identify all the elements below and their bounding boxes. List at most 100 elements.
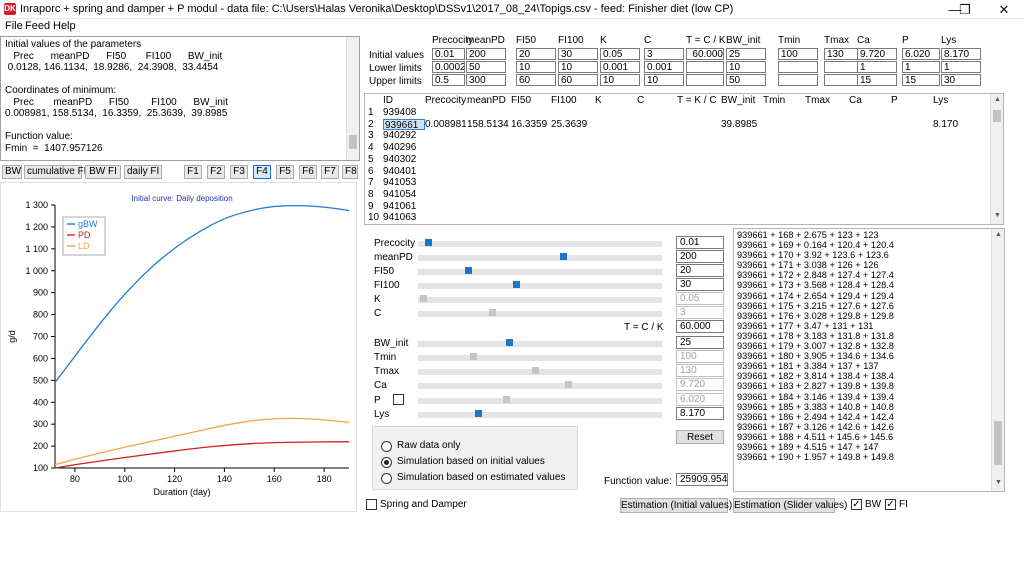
scroll-down-icon[interactable]: ▼ bbox=[994, 212, 1001, 219]
slider-value-field[interactable]: 6.020 bbox=[676, 393, 724, 406]
param-lower-field[interactable]: 1 bbox=[941, 61, 981, 73]
tab-cumulative-fi[interactable]: cumulative FI bbox=[24, 165, 86, 179]
menu-feed[interactable]: Feed bbox=[25, 19, 50, 34]
param-initial-field[interactable]: 30 bbox=[558, 48, 598, 60]
grid-row-id[interactable]: 941061 bbox=[383, 201, 416, 213]
param-upper-field[interactable]: 15 bbox=[857, 74, 897, 86]
slider-thumb[interactable] bbox=[513, 281, 520, 288]
tab-f6[interactable]: F6 bbox=[299, 165, 317, 179]
param-lower-field[interactable]: 0.0002 bbox=[432, 61, 465, 73]
param-initial-field[interactable]: 6.020 bbox=[902, 48, 940, 60]
slider-value-field[interactable]: 20 bbox=[676, 264, 724, 277]
slider-thumb[interactable] bbox=[560, 253, 567, 260]
slider-thumb[interactable] bbox=[506, 339, 513, 346]
param-initial-field[interactable]: 0.01 bbox=[432, 48, 465, 60]
param-upper-field[interactable]: 300 bbox=[466, 74, 506, 86]
param-upper-field[interactable]: 10 bbox=[644, 74, 684, 86]
param-lower-field[interactable]: 0.001 bbox=[644, 61, 684, 73]
param-lower-field[interactable]: 0.001 bbox=[600, 61, 640, 73]
textarea-scrollbar[interactable] bbox=[346, 37, 359, 160]
param-upper-field[interactable] bbox=[686, 74, 724, 86]
param-initial-field[interactable]: 200 bbox=[466, 48, 506, 60]
slider-track[interactable] bbox=[418, 410, 662, 418]
log-scroll-up-icon[interactable]: ▲ bbox=[995, 231, 1002, 238]
slider-thumb[interactable] bbox=[565, 381, 572, 388]
bw-checkbox[interactable]: ✓ bbox=[851, 499, 862, 510]
param-initial-field[interactable]: 100 bbox=[778, 48, 818, 60]
estimation-slider-button[interactable]: Estimation (Slider values) bbox=[733, 498, 847, 513]
radio-estimated-values[interactable] bbox=[381, 473, 392, 484]
close-icon[interactable]: ✕ bbox=[984, 0, 1024, 19]
tab-f1[interactable]: F1 bbox=[184, 165, 202, 179]
log-scroll-thumb[interactable] bbox=[994, 421, 1002, 465]
textarea-scroll-thumb[interactable] bbox=[349, 135, 357, 149]
grid-row-id[interactable]: 941054 bbox=[383, 189, 416, 201]
param-initial-field[interactable]: 9.720 bbox=[857, 48, 897, 60]
slider-thumb[interactable] bbox=[532, 367, 539, 374]
slider-track[interactable] bbox=[418, 381, 662, 389]
radio-initial-values[interactable] bbox=[381, 457, 392, 468]
slider-track[interactable] bbox=[418, 253, 662, 261]
slider-value-field[interactable]: 200 bbox=[676, 250, 724, 263]
slider-value-field[interactable]: 8.170 bbox=[676, 407, 724, 420]
radio-raw-data[interactable] bbox=[381, 441, 392, 452]
param-upper-field[interactable]: 0.5 bbox=[432, 74, 465, 86]
log-output[interactable]: 939661 + 168 + 2.675 + 123 + 123 939661 … bbox=[733, 228, 1005, 492]
slider-thumb[interactable] bbox=[475, 410, 482, 417]
param-upper-field[interactable] bbox=[778, 74, 818, 86]
slider-value-field[interactable]: 25 bbox=[676, 336, 724, 349]
slider-track[interactable] bbox=[418, 295, 662, 303]
slider-value-field[interactable]: 30 bbox=[676, 278, 724, 291]
param-lower-field[interactable]: 50 bbox=[466, 61, 506, 73]
slider-thumb[interactable] bbox=[465, 267, 472, 274]
spring-damper-checkbox[interactable] bbox=[366, 499, 377, 510]
slider-track[interactable] bbox=[418, 353, 662, 361]
slider-track[interactable] bbox=[418, 267, 662, 275]
tab-f2[interactable]: F2 bbox=[207, 165, 225, 179]
param-lower-field[interactable]: 1 bbox=[902, 61, 940, 73]
grid-row-id[interactable]: 940296 bbox=[383, 142, 416, 154]
grid-row-id[interactable]: 941063 bbox=[383, 212, 416, 224]
grid-row-id[interactable]: 939661 bbox=[383, 118, 425, 131]
tab-f4[interactable]: F4 bbox=[253, 165, 271, 179]
menu-help[interactable]: Help bbox=[53, 19, 76, 34]
slider-thumb[interactable] bbox=[425, 239, 432, 246]
param-lower-field[interactable]: 1 bbox=[857, 61, 897, 73]
scroll-up-icon[interactable]: ▲ bbox=[994, 96, 1001, 103]
param-upper-field[interactable]: 10 bbox=[600, 74, 640, 86]
slider-track[interactable] bbox=[418, 281, 662, 289]
param-initial-field[interactable]: 0.05 bbox=[600, 48, 640, 60]
grid-scroll-thumb[interactable] bbox=[993, 110, 1001, 122]
slider-thumb[interactable] bbox=[503, 396, 510, 403]
grid-row-id[interactable]: 940401 bbox=[383, 166, 416, 178]
param-upper-field[interactable]: 15 bbox=[902, 74, 940, 86]
slider-value-field[interactable]: 9.720 bbox=[676, 378, 724, 391]
slider-track[interactable] bbox=[418, 239, 662, 247]
param-lower-field[interactable]: 10 bbox=[516, 61, 556, 73]
log-scrollbar[interactable]: ▲ ▼ bbox=[991, 229, 1004, 491]
param-lower-field[interactable] bbox=[778, 61, 818, 73]
grid-row-id[interactable]: 940302 bbox=[383, 154, 416, 166]
param-lower-field[interactable] bbox=[686, 61, 724, 73]
slider-value-field[interactable]: 100 bbox=[676, 350, 724, 363]
slider-thumb[interactable] bbox=[470, 353, 477, 360]
tab-f3[interactable]: F3 bbox=[230, 165, 248, 179]
param-initial-field[interactable]: 25 bbox=[726, 48, 766, 60]
param-lower-field[interactable]: 10 bbox=[726, 61, 766, 73]
param-lower-field[interactable]: 10 bbox=[558, 61, 598, 73]
maximize-icon[interactable]: ❐ bbox=[945, 0, 985, 19]
param-initial-field[interactable]: 20 bbox=[516, 48, 556, 60]
log-scroll-down-icon[interactable]: ▼ bbox=[995, 479, 1002, 486]
grid-row-id[interactable]: 940292 bbox=[383, 130, 416, 142]
menu-file[interactable]: File bbox=[5, 19, 23, 34]
tab-daily-fi[interactable]: daily FI bbox=[124, 165, 162, 179]
fi-checkbox[interactable]: ✓ bbox=[885, 499, 896, 510]
slider-value-field[interactable]: 3 bbox=[676, 306, 724, 319]
grid-row-id[interactable]: 939408 bbox=[383, 107, 416, 119]
param-initial-field[interactable]: 3 bbox=[644, 48, 684, 60]
tab-f5[interactable]: F5 bbox=[276, 165, 294, 179]
slider-track[interactable] bbox=[418, 396, 662, 404]
slider-thumb[interactable] bbox=[489, 309, 496, 316]
estimation-initial-button[interactable]: Estimation (Initial values) bbox=[620, 498, 732, 513]
param-upper-field[interactable]: 30 bbox=[941, 74, 981, 86]
